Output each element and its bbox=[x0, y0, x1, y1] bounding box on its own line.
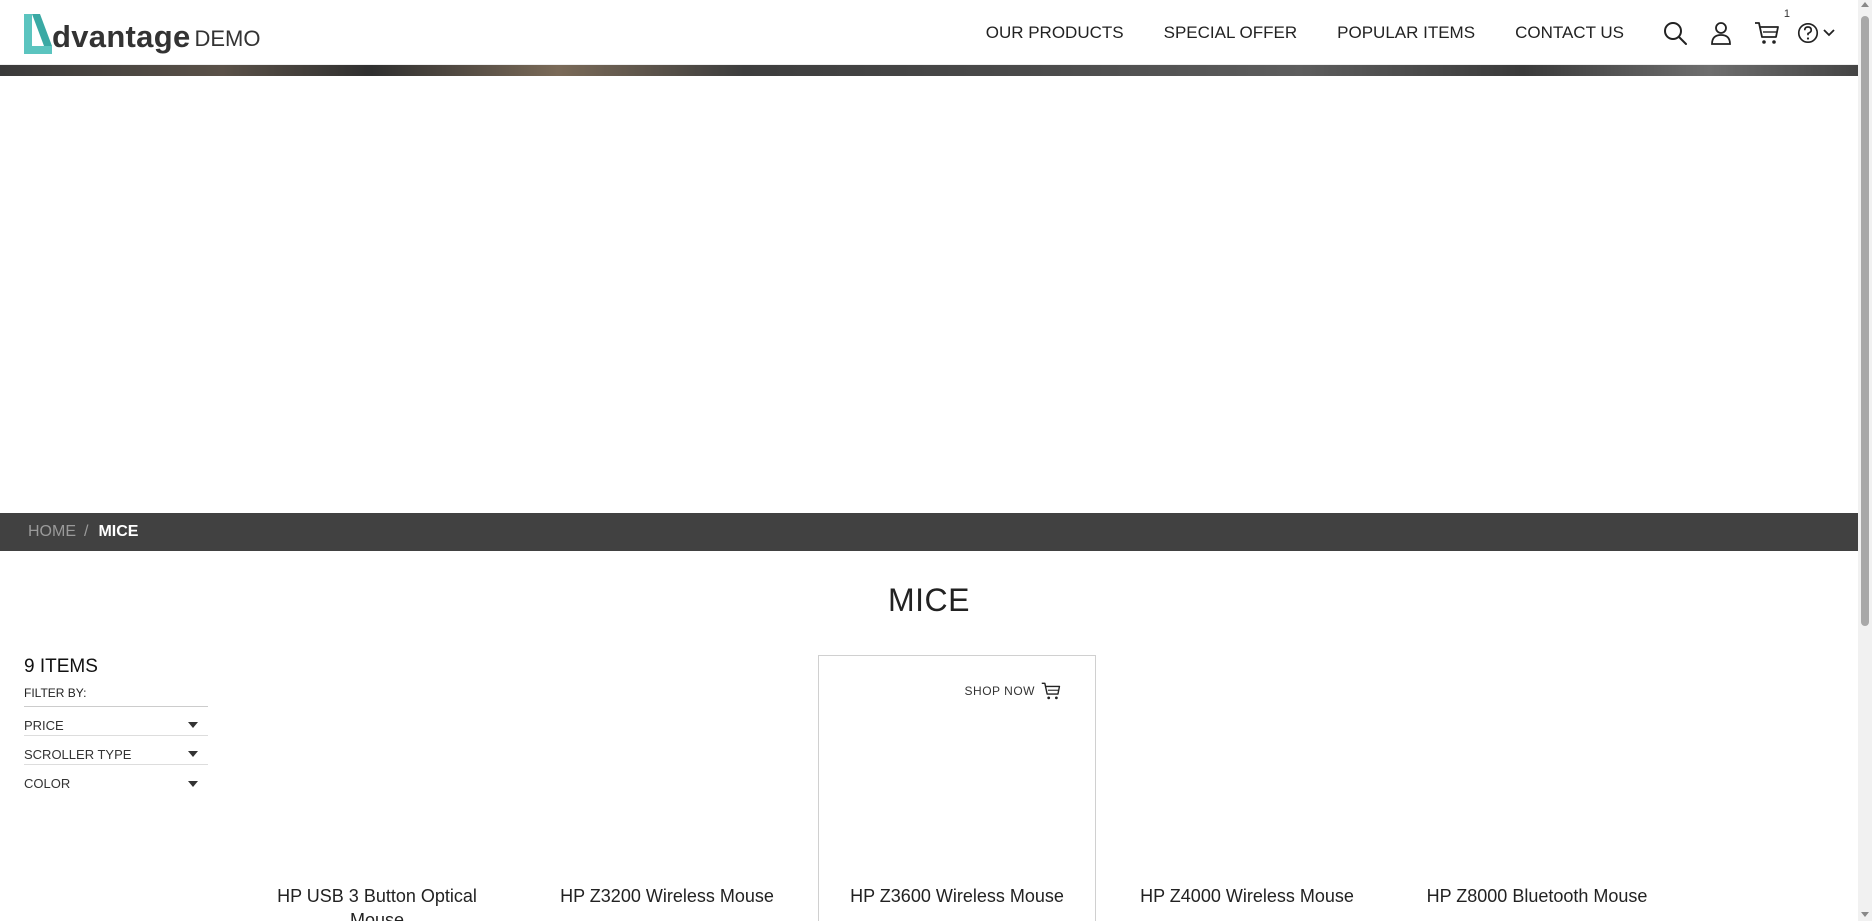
help-menu[interactable] bbox=[1796, 18, 1836, 48]
product-card[interactable]: HP USB 3 Button Optical Mouse bbox=[238, 655, 516, 921]
product-name[interactable]: HP Z4000 Wireless Mouse bbox=[1109, 884, 1385, 908]
breadcrumb-separator: / bbox=[84, 523, 89, 540]
nav-contact-us[interactable]: CONTACT US bbox=[1515, 23, 1624, 43]
help-icon[interactable] bbox=[1796, 18, 1820, 48]
chevron-down-icon[interactable] bbox=[1822, 26, 1836, 40]
logo-text: dvantage bbox=[52, 19, 191, 54]
product-grid: HP USB 3 Button Optical Mouse HP Z3200 W… bbox=[0, 655, 1858, 921]
logo-suffix: DEMO bbox=[194, 26, 261, 51]
scrollbar-thumb[interactable] bbox=[1861, 16, 1869, 626]
logo[interactable]: dvantage DEMO bbox=[22, 8, 261, 56]
page: dvantage DEMO OUR PRODUCTS SPECIAL OFFER… bbox=[0, 0, 1872, 921]
site-header: dvantage DEMO OUR PRODUCTS SPECIAL OFFER… bbox=[0, 0, 1858, 65]
page-title: MICE bbox=[888, 582, 970, 618]
breadcrumb-home[interactable]: HOME bbox=[28, 523, 76, 541]
main-nav: OUR PRODUCTS SPECIAL OFFER POPULAR ITEMS… bbox=[946, 0, 1624, 65]
page-scrollbar[interactable] bbox=[1858, 0, 1872, 921]
shop-now-button[interactable]: SHOP NOW bbox=[965, 681, 1061, 701]
scroll-up-arrow-icon[interactable] bbox=[1861, 2, 1869, 7]
product-card[interactable]: HP Z8000 Bluetooth Mouse bbox=[1398, 655, 1676, 921]
cart-icon bbox=[1041, 682, 1061, 700]
product-card[interactable]: SHOP NOW HP Z3600 Wireless Mouse bbox=[818, 655, 1096, 921]
product-name[interactable]: HP USB 3 Button Optical Mouse bbox=[239, 884, 515, 921]
banner-area bbox=[0, 76, 1858, 513]
search-icon[interactable] bbox=[1660, 18, 1690, 48]
nav-special-offer[interactable]: SPECIAL OFFER bbox=[1164, 23, 1298, 43]
nav-our-products[interactable]: OUR PRODUCTS bbox=[986, 23, 1124, 43]
product-card[interactable]: HP Z3200 Wireless Mouse bbox=[528, 655, 806, 921]
breadcrumb-current: MICE bbox=[98, 523, 139, 540]
breadcrumb: HOME / MICE bbox=[0, 513, 1858, 551]
banner-image bbox=[0, 65, 1858, 76]
nav-popular-items[interactable]: POPULAR ITEMS bbox=[1337, 23, 1475, 43]
product-name[interactable]: HP Z3600 Wireless Mouse bbox=[819, 884, 1095, 908]
scroll-down-arrow-icon[interactable] bbox=[1861, 912, 1869, 917]
header-icons: 1 bbox=[1644, 0, 1836, 65]
logo-a-icon bbox=[22, 12, 56, 56]
product-name[interactable]: HP Z8000 Bluetooth Mouse bbox=[1399, 884, 1675, 908]
user-icon[interactable] bbox=[1706, 18, 1736, 48]
product-card[interactable]: HP Z4000 Wireless Mouse bbox=[1108, 655, 1386, 921]
cart-count-badge: 1 bbox=[1783, 7, 1790, 20]
shop-now-label: SHOP NOW bbox=[964, 684, 1035, 698]
product-name[interactable]: HP Z3200 Wireless Mouse bbox=[529, 884, 805, 908]
cart-icon[interactable]: 1 bbox=[1752, 8, 1790, 48]
